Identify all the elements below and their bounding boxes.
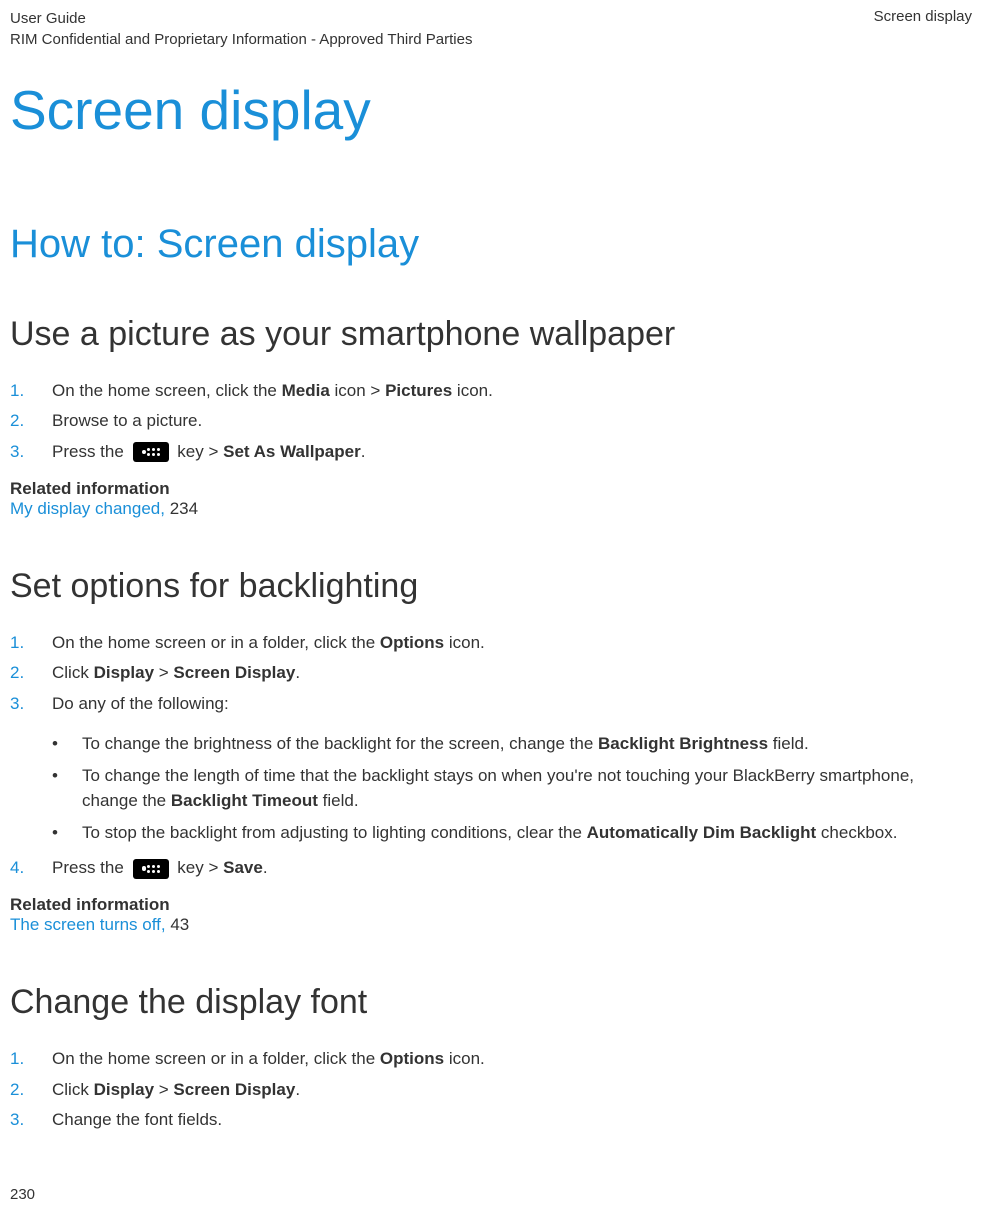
section-wallpaper: Use a picture as your smartphone wallpap… (10, 315, 972, 519)
step-text: . (295, 663, 300, 682)
subsection-title: Change the display font (10, 983, 972, 1022)
related-link[interactable]: The screen turns off, (10, 915, 170, 934)
section-heading-howto: How to: Screen display (10, 222, 972, 267)
step-text: Click (52, 1080, 94, 1099)
step-bold: Screen Display (173, 663, 295, 682)
step-item: Browse to a picture. (10, 408, 972, 434)
related-link-row: My display changed, 234 (10, 499, 972, 519)
step-text: > (154, 663, 173, 682)
step-text: icon. (452, 381, 493, 400)
step-text: icon > (330, 381, 385, 400)
bullet-bold: Backlight Timeout (171, 791, 318, 810)
header-left: User Guide RIM Confidential and Propriet… (10, 8, 472, 50)
step-text: key > (173, 858, 224, 877)
step-item: Change the font fields. (10, 1107, 972, 1133)
page-header: User Guide RIM Confidential and Propriet… (10, 8, 972, 50)
step-bold: Options (380, 633, 444, 652)
step-item: Click Display > Screen Display. (10, 660, 972, 686)
menu-key-icon (133, 442, 169, 462)
header-doc-title: User Guide (10, 8, 472, 29)
steps-list-cont: Press the key > Save. (10, 855, 972, 881)
step-text: > (154, 1080, 173, 1099)
step-bold: Set As Wallpaper (223, 442, 361, 461)
steps-list: On the home screen, click the Media icon… (10, 378, 972, 465)
bullet-text: field. (318, 791, 359, 810)
step-text: Press the (52, 442, 129, 461)
step-bold: Display (94, 1080, 154, 1099)
step-text: Click (52, 663, 94, 682)
step-text: . (361, 442, 366, 461)
subsection-title: Use a picture as your smartphone wallpap… (10, 315, 972, 354)
bullet-text: field. (768, 734, 809, 753)
related-link-row: The screen turns off, 43 (10, 915, 972, 935)
step-item: On the home screen or in a folder, click… (10, 630, 972, 656)
bullet-text: To stop the backlight from adjusting to … (82, 823, 587, 842)
header-confidential: RIM Confidential and Proprietary Informa… (10, 29, 472, 50)
step-item: Press the key > Save. (10, 855, 972, 881)
step-text: key > (173, 442, 224, 461)
step-text: . (295, 1080, 300, 1099)
section-display-font: Change the display font On the home scre… (10, 983, 972, 1133)
related-info-label: Related information (10, 479, 972, 499)
related-link[interactable]: My display changed, (10, 499, 170, 518)
step-bold: Options (380, 1049, 444, 1068)
bullet-item: To change the brightness of the backligh… (52, 731, 972, 757)
bullet-list: To change the brightness of the backligh… (52, 731, 972, 845)
step-item: On the home screen or in a folder, click… (10, 1046, 972, 1072)
step-bold: Save (223, 858, 263, 877)
step-item: Do any of the following: (10, 691, 972, 717)
step-item: Press the key > Set As Wallpaper. (10, 439, 972, 465)
step-bold: Screen Display (173, 1080, 295, 1099)
bullet-item: To stop the backlight from adjusting to … (52, 820, 972, 846)
page-number: 230 (10, 1186, 35, 1203)
step-text: . (263, 858, 268, 877)
step-text: On the home screen or in a folder, click… (52, 633, 380, 652)
steps-list: On the home screen or in a folder, click… (10, 1046, 972, 1133)
steps-list: On the home screen or in a folder, click… (10, 630, 972, 717)
step-bold: Media (282, 381, 330, 400)
bullet-bold: Automatically Dim Backlight (587, 823, 817, 842)
step-text: Press the (52, 858, 129, 877)
bullet-item: To change the length of time that the ba… (52, 763, 972, 814)
step-text: icon. (444, 1049, 485, 1068)
step-bold: Pictures (385, 381, 452, 400)
related-page: 43 (170, 915, 189, 934)
header-section-name: Screen display (874, 8, 972, 50)
step-item: On the home screen, click the Media icon… (10, 378, 972, 404)
bullet-bold: Backlight Brightness (598, 734, 768, 753)
menu-key-icon (133, 859, 169, 879)
step-text: On the home screen, click the (52, 381, 282, 400)
step-text: On the home screen or in a folder, click… (52, 1049, 380, 1068)
step-text: icon. (444, 633, 485, 652)
bullet-text: To change the brightness of the backligh… (82, 734, 598, 753)
section-backlighting: Set options for backlighting On the home… (10, 567, 972, 935)
related-page: 234 (170, 499, 198, 518)
step-bold: Display (94, 663, 154, 682)
related-info-label: Related information (10, 895, 972, 915)
subsection-title: Set options for backlighting (10, 567, 972, 606)
bullet-text: checkbox. (816, 823, 897, 842)
page-title: Screen display (10, 78, 972, 142)
step-item: Click Display > Screen Display. (10, 1077, 972, 1103)
